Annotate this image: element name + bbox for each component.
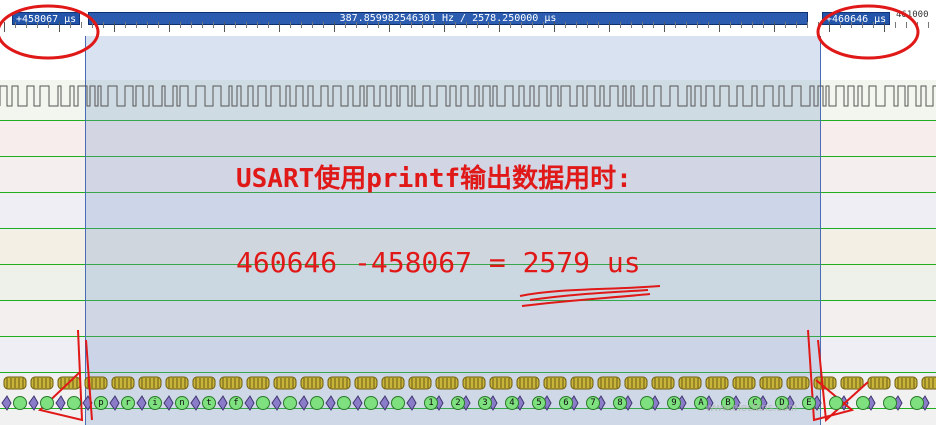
byte-separator: [298, 395, 309, 411]
decoded-byte-blank[interactable]: [283, 396, 297, 410]
decoded-byte[interactable]: 2: [451, 396, 465, 410]
byte-separator: [55, 395, 66, 411]
decoded-byte[interactable]: f: [229, 396, 243, 410]
decoded-byte[interactable]: i: [148, 396, 162, 410]
byte-separator: [406, 395, 417, 411]
uart-tx-waveform: [0, 85, 936, 107]
byte-separator: [190, 395, 201, 411]
logic-analyzer-view: +458067 µs 387.859982546301 Hz / 2578.25…: [0, 0, 936, 425]
decoded-byte-blank[interactable]: [337, 396, 351, 410]
byte-separator: [271, 395, 282, 411]
decoded-byte[interactable]: 9: [667, 396, 681, 410]
decoded-byte[interactable]: n: [175, 396, 189, 410]
byte-separator: [217, 395, 228, 411]
decoded-byte-blank[interactable]: [40, 396, 54, 410]
decoded-byte-blank[interactable]: [640, 396, 654, 410]
byte-separator: [109, 395, 120, 411]
byte-separator: [28, 395, 39, 411]
decoded-byte[interactable]: p: [94, 396, 108, 410]
decoded-byte[interactable]: r: [121, 396, 135, 410]
decoded-byte[interactable]: 3: [478, 396, 492, 410]
decoded-byte-blank[interactable]: [364, 396, 378, 410]
decoded-byte[interactable]: 1: [424, 396, 438, 410]
byte-separator: [163, 395, 174, 411]
decoded-byte-blank[interactable]: [310, 396, 324, 410]
marker-highlight-circle: [0, 4, 100, 60]
decoded-byte[interactable]: 4: [505, 396, 519, 410]
annotation-heading: USART使用printf输出数据用时:: [236, 164, 632, 194]
waveform-canvas: [0, 4, 936, 423]
byte-separator: [352, 395, 363, 411]
decoded-byte[interactable]: 6: [559, 396, 573, 410]
decoded-byte-blank[interactable]: [829, 396, 843, 410]
decoded-byte[interactable]: 8: [613, 396, 627, 410]
underline-scribble: [521, 293, 651, 307]
decoded-byte-blank[interactable]: [391, 396, 405, 410]
decoded-byte[interactable]: 5: [532, 396, 546, 410]
decoded-byte[interactable]: t: [202, 396, 216, 410]
watermark-text: www.elecfans.com: [706, 402, 798, 414]
decoded-byte-blank[interactable]: [67, 396, 81, 410]
decoded-byte-blank[interactable]: [13, 396, 27, 410]
byte-separator: [325, 395, 336, 411]
byte-separator: [244, 395, 255, 411]
decoded-byte-blank[interactable]: [910, 396, 924, 410]
decoded-byte[interactable]: E: [802, 396, 816, 410]
byte-separator: [1, 395, 12, 411]
byte-separator: [136, 395, 147, 411]
marker-highlight-circle: [816, 4, 920, 60]
decoded-byte-blank[interactable]: [883, 396, 897, 410]
annotation-equation: 460646 -458067 = 2579 us: [236, 246, 641, 279]
decoded-byte-blank[interactable]: [256, 396, 270, 410]
decoded-byte[interactable]: 7: [586, 396, 600, 410]
byte-separator: [379, 395, 390, 411]
decoded-byte-blank[interactable]: [856, 396, 870, 410]
